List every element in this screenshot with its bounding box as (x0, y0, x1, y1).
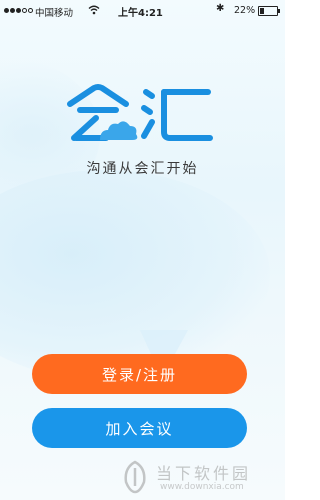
watermark: 当下软件园 www.downxia.com (120, 458, 285, 498)
join-meeting-button[interactable]: 加入会议 (32, 408, 247, 448)
watermark-logo-icon (124, 460, 146, 494)
watermark-url: www.downxia.com (160, 482, 244, 492)
battery-icon (258, 6, 280, 16)
wifi-icon (88, 5, 100, 15)
carrier-name: 中国移动 (35, 8, 74, 19)
signal-dots-icon (4, 8, 33, 13)
slogan: 沟通从会汇开始 (86, 161, 199, 177)
bluetooth-icon: ✱ (216, 3, 225, 14)
battery-percent: 22% (234, 5, 256, 16)
app-logo: 会汇 (67, 84, 213, 141)
background-speech-bubble (0, 170, 270, 380)
status-bar: 中国移动 上午4:21 ✱ 22% (0, 0, 285, 22)
clock: 上午4:21 (118, 8, 163, 19)
splash-screen: 中国移动 上午4:21 ✱ 22% 会汇 沟通从会汇开始 登录/注册 加入会议 (0, 0, 285, 500)
watermark-title: 当下软件园 (156, 464, 252, 483)
login-register-button[interactable]: 登录/注册 (32, 354, 247, 394)
